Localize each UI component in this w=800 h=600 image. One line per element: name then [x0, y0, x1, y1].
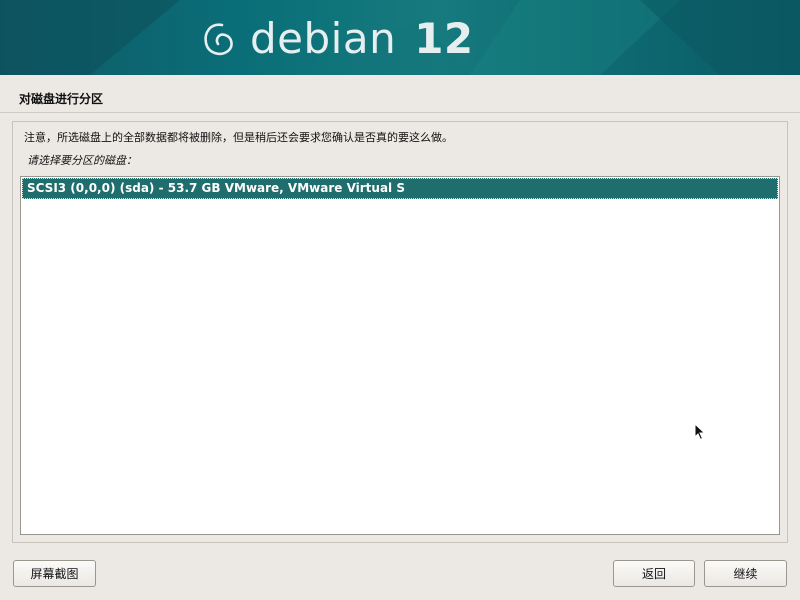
debian-banner: debian 12	[0, 0, 800, 75]
disk-item-sda[interactable]: SCSI3 (0,0,0) (sda) - 53.7 GB VMware, VM…	[22, 178, 778, 199]
logo-text: debian 12	[250, 18, 474, 60]
mouse-pointer-icon	[694, 423, 706, 441]
version-number: 12	[414, 14, 474, 63]
back-button[interactable]: 返回	[613, 560, 695, 587]
warning-notice: 注意，所选磁盘上的全部数据都将被删除，但是稍后还会要求您确认是否真的要这么做。	[24, 131, 453, 144]
debian-logo: debian 12	[200, 14, 474, 64]
title-divider	[0, 112, 800, 113]
continue-button[interactable]: 继续	[704, 560, 787, 587]
main-panel: 注意，所选磁盘上的全部数据都将被删除，但是稍后还会要求您确认是否真的要这么做。 …	[12, 121, 788, 543]
screenshot-button[interactable]: 屏幕截图	[13, 560, 96, 587]
debian-swirl-icon	[204, 23, 233, 56]
page-title: 对磁盘进行分区	[19, 92, 104, 106]
disk-list[interactable]: SCSI3 (0,0,0) (sda) - 53.7 GB VMware, VM…	[20, 176, 780, 535]
disk-prompt: 请选择要分区的磁盘：	[27, 154, 137, 167]
brand-name: debian	[250, 14, 397, 63]
